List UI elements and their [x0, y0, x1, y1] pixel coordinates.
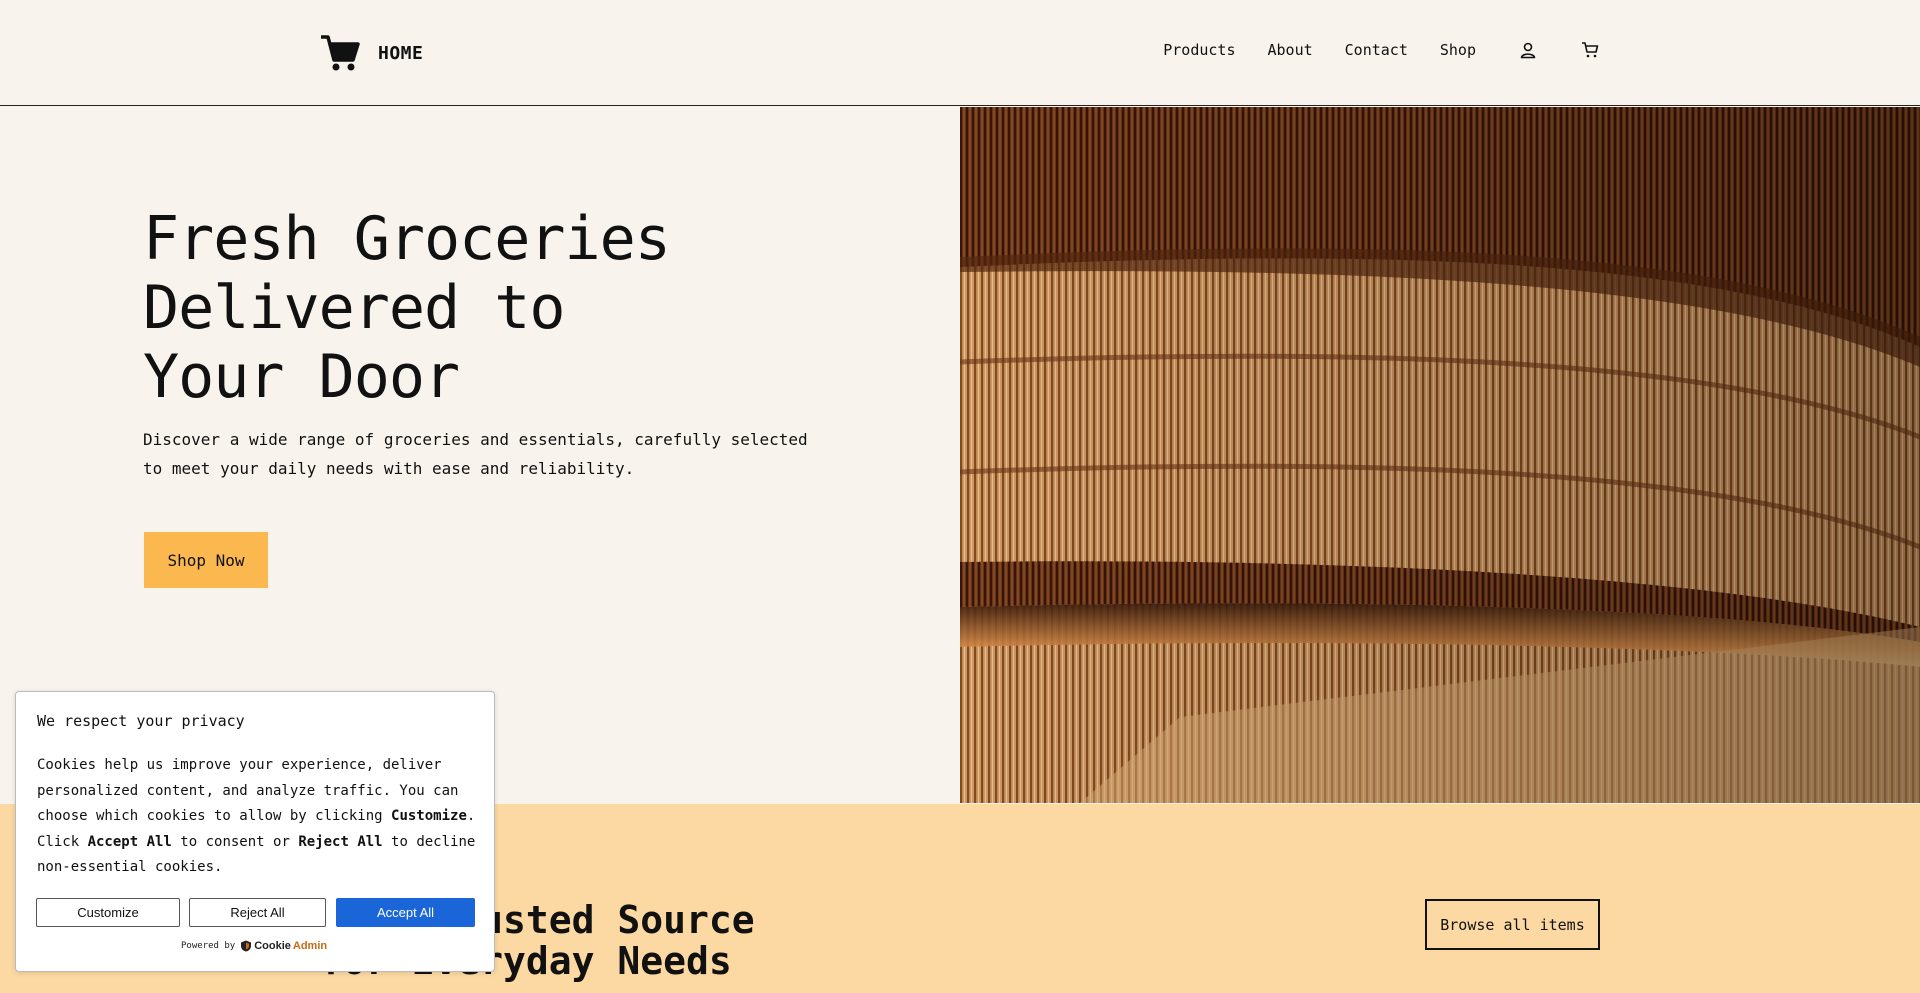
accept-all-button[interactable]: Accept All [336, 898, 475, 927]
nav-shop[interactable]: Shop [1440, 41, 1476, 59]
cookie-body-bold-accept: Accept All [87, 833, 172, 850]
powered-by-text: Powered by [181, 941, 236, 951]
cookieadmin-logo: Cookie Admin [240, 940, 327, 952]
user-icon[interactable] [1518, 40, 1538, 60]
hero-title-line2: Delivered to [143, 273, 565, 343]
cookie-title: We respect your privacy [37, 712, 245, 730]
cookie-body-text-3: to consent or [171, 833, 299, 850]
browse-all-button[interactable]: Browse all items [1425, 899, 1600, 950]
hero-title-line1: Fresh Groceries [143, 204, 671, 274]
shield-icon [241, 940, 252, 952]
cookie-body: Cookies help us improve your experience,… [37, 753, 477, 881]
nav-about[interactable]: About [1268, 41, 1313, 59]
cookieadmin-brand-cookie: Cookie [254, 940, 291, 952]
customize-button[interactable]: Customize [36, 898, 180, 927]
cookie-body-bold-customize: Customize [391, 808, 467, 824]
reject-all-button[interactable]: Reject All [189, 898, 326, 927]
cookie-body-bold-reject: Reject All [298, 833, 383, 850]
site-header: HOME Products About Contact Shop [0, 0, 1920, 106]
logo[interactable]: HOME [320, 34, 423, 72]
hero-subtitle: Discover a wide range of groceries and e… [143, 430, 808, 478]
cart-icon[interactable] [1580, 40, 1600, 60]
cookieadmin-brand-admin: Admin [292, 940, 328, 952]
shopping-cart-icon [320, 34, 360, 72]
shop-now-button[interactable]: Shop Now [144, 532, 268, 588]
hero-image [960, 107, 1920, 803]
cookie-consent-dialog: We respect your privacy Cookies help us … [15, 691, 495, 972]
logo-text: HOME [378, 42, 424, 64]
nav-contact[interactable]: Contact [1345, 41, 1408, 59]
hero-title-line3: Your Door [143, 342, 460, 412]
hero-title: Fresh Groceries Delivered to Your Door [143, 205, 843, 412]
nav-products[interactable]: Products [1163, 41, 1235, 59]
main-nav: Products About Contact Shop [1131, 40, 1600, 60]
powered-by[interactable]: Powered by Cookie Admin [181, 940, 327, 952]
